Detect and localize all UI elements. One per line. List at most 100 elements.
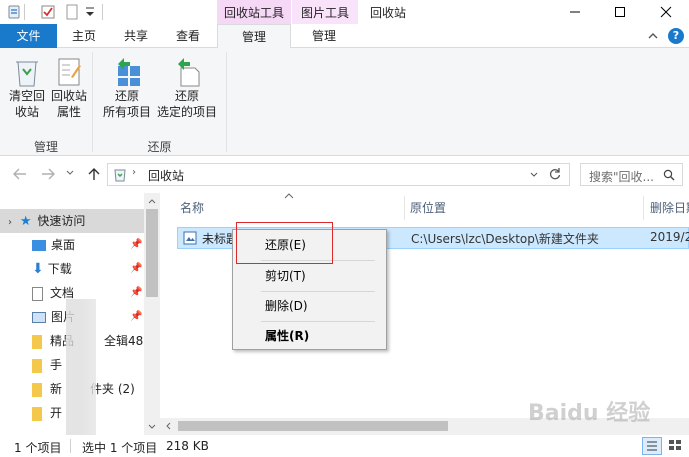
folder-icon bbox=[32, 334, 42, 349]
address-dropdown-icon[interactable] bbox=[530, 171, 538, 179]
title-bar: 回收站工具 图片工具 回收站 bbox=[0, 0, 689, 24]
nav-item-label: 文档 bbox=[50, 286, 75, 300]
ribbon-panel: 清空回 收站 回收站 属性 还原 所有项目 还原 选定的项目 管理 还原 bbox=[0, 48, 689, 156]
breadcrumb-separator-icon[interactable]: › bbox=[132, 167, 136, 178]
window-title: 回收站 bbox=[370, 6, 407, 20]
maximize-button[interactable] bbox=[597, 0, 643, 24]
download-arrow-icon: ⬇ bbox=[32, 261, 44, 277]
nav-item-label: 下载 bbox=[47, 262, 72, 276]
restore-selected-items-button[interactable]: 还原 选定的项目 bbox=[154, 54, 220, 128]
column-header-date-deleted[interactable]: 删除日期 bbox=[650, 198, 689, 218]
restore-selected-icon bbox=[172, 56, 202, 88]
properties-quick-icon[interactable] bbox=[40, 4, 56, 20]
empty-recycle-label-2: 收站 bbox=[14, 105, 39, 119]
folder-icon bbox=[32, 382, 42, 397]
restore-all-items-button[interactable]: 还原 所有项目 bbox=[100, 54, 154, 128]
status-selected: 选中 1 个项目 bbox=[82, 441, 158, 455]
tab-view[interactable]: 查看 bbox=[166, 24, 210, 48]
scroll-left-icon[interactable] bbox=[164, 422, 172, 430]
recycle-bin-small-icon[interactable] bbox=[6, 4, 22, 20]
menu-separator bbox=[261, 321, 375, 322]
close-button[interactable] bbox=[643, 0, 689, 24]
search-box[interactable]: 搜索"回收... bbox=[580, 163, 683, 186]
up-arrow-icon[interactable] bbox=[86, 166, 102, 182]
scroll-down-icon[interactable] bbox=[148, 423, 156, 431]
nav-item-label: 手 bbox=[50, 358, 63, 372]
group-divider bbox=[92, 52, 93, 152]
folder-icon bbox=[32, 406, 42, 421]
pin-icon[interactable]: 📌 bbox=[130, 305, 142, 329]
nav-item-downloads[interactable]: ⬇ 下载 📌 bbox=[32, 257, 144, 281]
restore-sel-label-1: 还原 bbox=[174, 89, 199, 103]
address-path: 回收站 bbox=[148, 169, 185, 183]
refresh-icon[interactable] bbox=[548, 167, 562, 181]
pin-icon[interactable]: 📌 bbox=[130, 257, 142, 281]
expand-chevron-icon[interactable]: › bbox=[8, 217, 12, 228]
menu-item-properties[interactable]: 属性(R) bbox=[233, 325, 386, 347]
tab-share[interactable]: 共享 bbox=[114, 24, 158, 48]
recent-locations-chevron-icon[interactable] bbox=[66, 169, 74, 177]
recycle-props-label-2: 属性 bbox=[56, 105, 81, 119]
horizontal-scrollbar-thumb[interactable] bbox=[178, 421, 448, 431]
group-divider bbox=[226, 52, 227, 152]
column-divider[interactable] bbox=[404, 196, 405, 220]
new-folder-quick-icon[interactable] bbox=[64, 4, 80, 20]
tab-manage-recycle[interactable]: 管理 bbox=[217, 24, 291, 49]
forward-arrow-icon[interactable] bbox=[40, 167, 56, 181]
blurred-redaction bbox=[66, 299, 96, 435]
menu-item-delete[interactable]: 删除(D) bbox=[233, 295, 386, 317]
picture-icon bbox=[32, 312, 46, 323]
nav-item-label: 桌面 bbox=[51, 238, 76, 252]
nav-item-desktop[interactable]: 桌面 📌 bbox=[32, 233, 144, 257]
nav-scrollbar-thumb[interactable] bbox=[146, 209, 158, 297]
menu-item-cut[interactable]: 剪切(T) bbox=[233, 265, 386, 287]
group-label-restore: 还原 bbox=[147, 140, 172, 154]
desktop-icon bbox=[32, 240, 46, 251]
help-icon[interactable]: ? bbox=[668, 28, 684, 44]
restore-all-label-1: 还原 bbox=[114, 89, 139, 103]
search-icon[interactable] bbox=[663, 169, 675, 181]
restore-all-label-2: 所有项目 bbox=[102, 105, 151, 119]
properties-icon bbox=[54, 56, 84, 88]
tab-home[interactable]: 主页 bbox=[62, 24, 106, 48]
status-item-count: 1 个项目 bbox=[14, 441, 62, 455]
recycle-bin-properties-button[interactable]: 回收站 属性 bbox=[50, 54, 88, 128]
large-icons-view-button[interactable] bbox=[666, 437, 686, 455]
star-icon: ★ bbox=[19, 214, 32, 229]
status-divider bbox=[70, 439, 71, 453]
nav-item-label: 开 bbox=[50, 406, 63, 420]
tab-manage-picture[interactable]: 管理 bbox=[300, 24, 348, 48]
back-arrow-icon[interactable] bbox=[12, 167, 28, 181]
search-placeholder: 搜索"回收... bbox=[589, 170, 654, 184]
quick-access-dropdown-icon[interactable] bbox=[84, 4, 96, 20]
empty-recycle-label-1: 清空回 bbox=[8, 89, 45, 103]
ribbon-collapse-icon[interactable] bbox=[646, 29, 660, 43]
column-header-name[interactable]: 名称 bbox=[180, 198, 204, 218]
nav-quick-access[interactable]: › ★ 快速访问 bbox=[0, 209, 144, 233]
column-header-original-location[interactable]: 原位置 bbox=[410, 198, 446, 218]
details-view-button[interactable] bbox=[642, 437, 662, 455]
image-file-icon bbox=[183, 231, 197, 245]
document-icon bbox=[32, 286, 43, 301]
context-tab-recycle-tools: 回收站工具 bbox=[217, 0, 291, 24]
group-label-manage: 管理 bbox=[33, 140, 58, 154]
address-bar[interactable]: › 回收站 bbox=[107, 163, 570, 186]
navigation-pane: › ★ 快速访问 桌面 📌 ⬇下载 📌 文档 📌 图片 📌 精品全辑48张 手 … bbox=[0, 193, 160, 435]
scroll-up-icon[interactable] bbox=[148, 197, 156, 205]
baidu-watermark: Baidu 经验 bbox=[528, 401, 651, 426]
folder-icon bbox=[32, 358, 42, 373]
highlight-box bbox=[236, 222, 333, 264]
recycle-props-label-1: 回收站 bbox=[50, 89, 87, 103]
recycle-bin-address-icon bbox=[112, 167, 128, 183]
tab-file[interactable]: 文件 bbox=[0, 24, 57, 48]
pin-icon[interactable]: 📌 bbox=[130, 281, 142, 305]
nav-scrollbar[interactable] bbox=[144, 193, 160, 435]
status-size: 218 KB bbox=[166, 439, 209, 453]
column-divider[interactable] bbox=[643, 196, 644, 220]
empty-recycle-bin-button[interactable]: 清空回 收站 bbox=[6, 54, 48, 128]
minimize-button[interactable] bbox=[552, 0, 598, 24]
divider bbox=[24, 4, 25, 20]
restore-sel-label-2: 选定的项目 bbox=[156, 105, 217, 119]
pin-icon[interactable]: 📌 bbox=[130, 233, 142, 257]
address-row: › 回收站 搜索"回收... bbox=[0, 157, 689, 193]
